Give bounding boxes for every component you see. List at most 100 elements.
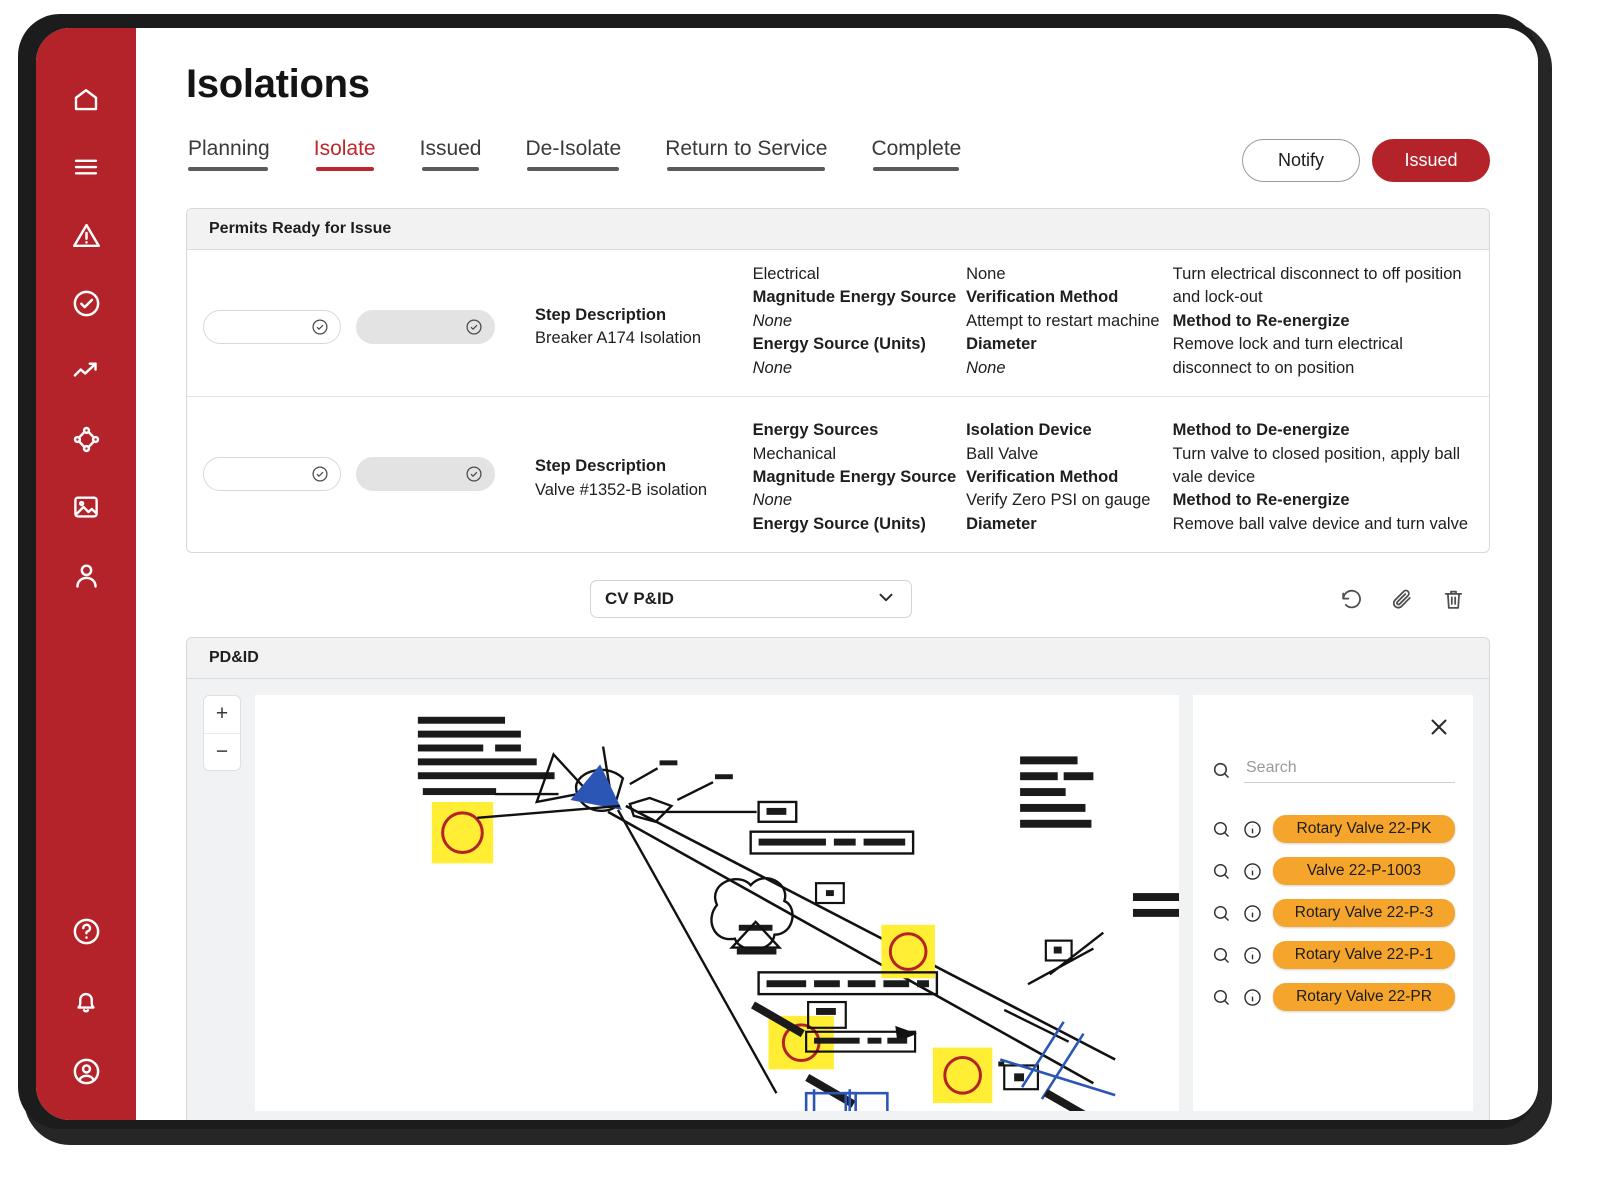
warning-icon [72,223,100,247]
method-cell: Turn electrical disconnect to off positi… [1173,263,1479,380]
pid-drawing-canvas[interactable] [255,695,1179,1112]
tab-isolate[interactable]: Isolate [314,137,398,173]
sidebar-item-tasks[interactable] [63,280,109,326]
sidebar-item-menu[interactable] [63,144,109,190]
zoom-controls: + − [203,695,241,772]
check-circle-icon [312,319,329,335]
valve-tag[interactable]: Valve 22-P-1003 [1273,857,1455,886]
permit-status-pill-secondary[interactable] [356,457,495,492]
tab-planning[interactable]: Planning [186,137,292,173]
info-circle-icon[interactable] [1242,987,1263,1008]
check-circle-icon [73,290,99,316]
table-row: Step Description Valve #1352-B isolation… [187,397,1489,552]
zoom-in-button[interactable]: + [204,696,240,734]
energy-line: None [752,491,793,510]
search-icon[interactable] [1211,819,1232,840]
notify-button[interactable]: Notify [1242,139,1360,182]
search-icon[interactable] [1211,861,1232,882]
sidebar-bottom-group [36,908,136,1094]
sidebar-item-notifications[interactable] [63,978,109,1024]
help-circle-icon [73,918,99,944]
method-line: Turn electrical disconnect to off positi… [1172,265,1462,307]
energy-line: Magnitude Energy Source [752,288,957,307]
energy-line: Electrical [752,265,820,283]
search-icon [1213,762,1230,778]
sidebar-item-help[interactable] [63,908,109,954]
left-sidebar [36,28,136,1120]
energy-line: None [752,311,793,330]
tab-de-isolate[interactable]: De-Isolate [525,137,643,173]
trash-icon[interactable] [1441,587,1466,612]
sidebar-item-alerts[interactable] [63,212,109,258]
info-circle-icon[interactable] [1242,861,1263,882]
valve-tag[interactable]: Rotary Valve 22-P-3 [1273,899,1455,928]
zoom-out-button[interactable]: − [204,734,240,771]
method-line: Method to Re-energize [1172,491,1350,510]
sidebar-item-profile[interactable] [63,552,109,598]
permits-card: Permits Ready for Issue Step Description… [186,208,1490,554]
energy-line: Energy Sources [752,421,879,440]
nodes-icon [73,426,99,452]
table-row: Step Description Breaker A174 Isolation … [187,250,1489,398]
drawing-toolbar [1339,587,1490,612]
close-panel-button[interactable] [1427,715,1451,744]
drawing-select-row: CV P&ID [186,577,1490,621]
tab-label: Isolate [313,137,376,160]
tab-underline [527,167,620,171]
pid-diagram [417,717,1179,1112]
sidebar-item-account[interactable] [63,1048,109,1094]
list-item: Rotary Valve 22-P-1 [1211,941,1455,970]
sidebar-item-media[interactable] [63,484,109,530]
step-description-value: Breaker A174 Isolation [534,329,701,348]
permit-status-pill-secondary[interactable] [356,310,495,344]
search-input[interactable] [1244,757,1455,784]
tab-return-to-service[interactable]: Return to Service [665,137,849,173]
paperclip-icon[interactable] [1390,587,1415,612]
sidebar-item-home[interactable] [63,76,109,122]
pid-card-header: PD&ID [187,638,1489,680]
tab-bar: Planning Isolate Issued De-Isolate Retur… [186,137,1490,182]
info-circle-icon[interactable] [1242,903,1263,924]
main-content: Isolations Planning Isolate Issued De-Is… [136,28,1538,1120]
tabs: Planning Isolate Issued De-Isolate Retur… [186,137,1005,173]
drawing-select[interactable]: CV P&ID [590,580,912,619]
permit-status-pill-primary[interactable] [203,310,342,344]
sidebar-item-network[interactable] [63,416,109,462]
tab-label: Issued [419,137,482,160]
trend-up-icon [73,362,97,377]
isolation-line: Isolation Device [966,421,1092,440]
step-description-label: Step Description [534,306,667,324]
tab-label: Return to Service [665,137,828,160]
list-item: Valve 22-P-1003 [1211,857,1455,886]
home-icon [74,89,98,111]
sidebar-item-analytics[interactable] [63,348,109,394]
info-circle-icon[interactable] [1242,819,1263,840]
user-icon [75,563,97,588]
tab-underline [188,167,268,171]
menu-icon [74,159,98,175]
search-icon[interactable] [1211,987,1232,1008]
tab-label: Complete [871,137,962,160]
list-item: Rotary Valve 22-PK [1211,815,1455,844]
page-title: Isolations [186,62,370,106]
search-icon[interactable] [1211,945,1232,966]
issued-button[interactable]: Issued [1372,139,1490,182]
list-item: Rotary Valve 22-P-3 [1211,899,1455,928]
valve-tag[interactable]: Rotary Valve 22-PK [1273,815,1455,844]
tab-label: Planning [188,137,270,160]
tab-underline [421,167,480,171]
tab-issued[interactable]: Issued [420,137,504,173]
energy-line: Mechanical [752,444,837,463]
isolation-line: None [966,265,1006,283]
step-description-cell: Step Description Valve #1352-B isolation [535,455,733,502]
method-line: Method to Re-energize [1172,311,1350,330]
isolation-line: Diameter [966,335,1037,354]
check-circle-icon [312,466,329,482]
valve-tag[interactable]: Rotary Valve 22-PR [1273,983,1455,1012]
tab-complete[interactable]: Complete [871,137,983,173]
valve-tag[interactable]: Rotary Valve 22-P-1 [1273,941,1455,970]
permit-status-pill-primary[interactable] [203,457,342,492]
info-circle-icon[interactable] [1242,945,1263,966]
search-icon[interactable] [1211,903,1232,924]
history-revert-icon[interactable] [1339,587,1364,612]
